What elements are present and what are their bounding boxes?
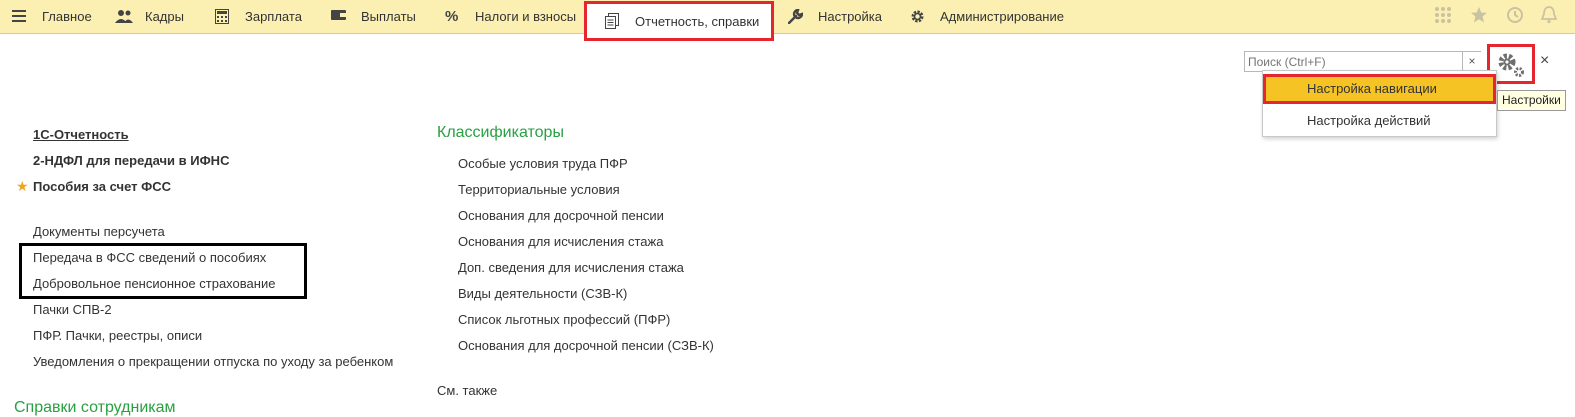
link-classifier[interactable]: Основания для досрочной пенсии (СЗВ-К)	[458, 338, 714, 353]
link-personal-records[interactable]: Документы персучета	[33, 224, 165, 239]
gears-icon	[1496, 51, 1526, 82]
link-spv2-packs[interactable]: Пачки СПВ-2	[33, 302, 112, 317]
nav-item-payments[interactable]: Выплаты	[331, 0, 416, 33]
link-classifier[interactable]: Территориальные условия	[458, 182, 620, 197]
wallet-icon	[331, 9, 349, 25]
link-voluntary-pension[interactable]: Добровольное пенсионное страхование	[33, 276, 275, 291]
calculator-icon	[215, 8, 233, 25]
link-2ndfl[interactable]: 2-НДФЛ для передачи в ИФНС	[33, 153, 229, 168]
link-classifier[interactable]: Основания для исчисления стажа	[458, 234, 663, 249]
nav-label: Зарплата	[245, 9, 302, 24]
nav-item-settings[interactable]: Настройка	[787, 0, 882, 33]
nav-item-salary[interactable]: Зарплата	[215, 0, 302, 33]
gear-icon	[910, 9, 928, 25]
settings-dropdown-menu: Настройка навигации Настройка действий	[1262, 70, 1497, 137]
bell-icon[interactable]	[1540, 6, 1558, 28]
nav-item-reports[interactable]: Отчетность, справки	[584, 1, 775, 41]
link-fss-benefits[interactable]: Пособия за счет ФСС	[33, 179, 171, 194]
percent-icon: %	[445, 7, 459, 25]
link-pfr-packs[interactable]: ПФР. Пачки, реестры, описи	[33, 328, 202, 343]
main-menu-bar: Главное Кадры Зарплата Выплаты % Налоги …	[0, 0, 1575, 41]
link-classifier[interactable]: Особые условия труда ПФР	[458, 156, 628, 171]
menu-item-action-settings[interactable]: Настройка действий	[1263, 108, 1496, 134]
history-icon[interactable]	[1506, 6, 1524, 28]
wrench-icon	[787, 8, 806, 25]
nav-label: Налоги и взносы	[475, 9, 577, 24]
nav-label: Кадры	[145, 9, 184, 24]
link-classifier[interactable]: Список льготных профессий (ПФР)	[458, 312, 670, 327]
see-also-label: См. также	[437, 383, 498, 398]
section-title-employee-certificates: Справки сотрудникам	[14, 399, 176, 416]
nav-label: Администрирование	[940, 9, 1064, 24]
link-fss-benefit-transfer[interactable]: Передача в ФСС сведений о пособиях	[33, 250, 266, 265]
link-1c-reporting[interactable]: 1С-Отчетность	[33, 127, 129, 142]
nav-item-taxes[interactable]: % Налоги и взносы	[445, 0, 576, 33]
star-icon[interactable]	[1470, 6, 1488, 28]
nav-item-main[interactable]: Главное	[12, 0, 92, 33]
settings-tooltip: Настройки	[1497, 90, 1566, 111]
menu-icon	[12, 9, 30, 25]
close-button[interactable]: ×	[1540, 52, 1549, 70]
link-classifier[interactable]: Доп. сведения для исчисления стажа	[458, 260, 684, 275]
documents-icon	[605, 13, 623, 29]
nav-label: Главное	[42, 9, 92, 24]
section-title-classifiers: Классификаторы	[437, 124, 564, 141]
nav-label: Выплаты	[361, 9, 416, 24]
nav-item-staff[interactable]: Кадры	[115, 0, 184, 33]
nav-label: Отчетность, справки	[635, 13, 760, 29]
favorite-star-icon: ★	[16, 178, 29, 194]
people-icon	[115, 9, 133, 25]
nav-item-administration[interactable]: Администрирование	[910, 0, 1064, 33]
link-parental-leave-notices[interactable]: Уведомления о прекращении отпуска по ухо…	[33, 354, 393, 369]
link-classifier[interactable]: Основания для досрочной пенсии	[458, 208, 664, 223]
search-clear-button[interactable]: ×	[1462, 52, 1481, 71]
search-input[interactable]	[1244, 51, 1481, 72]
nav-label: Настройка	[818, 9, 882, 24]
link-classifier[interactable]: Виды деятельности (СЗВ-К)	[458, 286, 627, 301]
apps-grid-icon[interactable]	[1434, 6, 1452, 28]
menu-item-navigation-settings[interactable]: Настройка навигации	[1263, 74, 1496, 104]
